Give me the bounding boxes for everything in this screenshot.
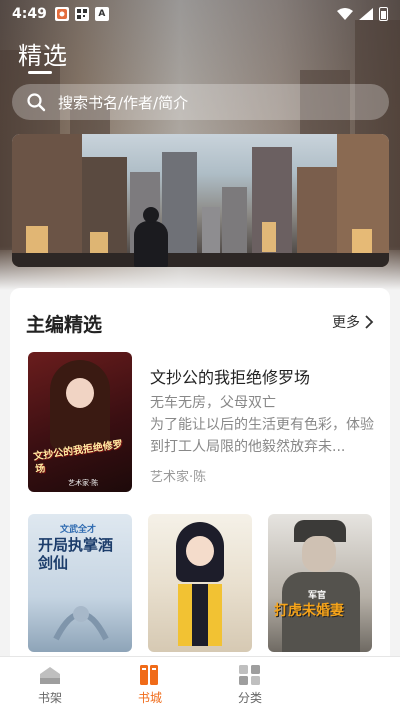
banner-person (134, 207, 168, 267)
cover-title-art: 打虎未婚妻 (274, 603, 344, 619)
bookstore-icon (140, 664, 158, 685)
page-title[interactable]: 精选 (18, 36, 68, 71)
book-cover[interactable] (148, 514, 252, 652)
search-bar[interactable]: 搜索书名/作者/简介 (12, 84, 389, 120)
category-icon (239, 664, 260, 685)
nav-item-empty (300, 657, 400, 712)
signal-icon (359, 8, 373, 20)
status-bar: 4:49 A (0, 0, 400, 28)
hero-banner[interactable] (12, 134, 389, 267)
featured-book-title[interactable]: 文抄公的我拒绝修罗场 (150, 364, 310, 388)
featured-cover-title: 文抄公的我拒绝修罗场 (32, 439, 124, 476)
nav-label: 书架 (37, 690, 62, 705)
chevron-right-icon (365, 315, 374, 329)
cover-subtitle-art: 文武全才 (60, 525, 97, 535)
featured-book-author: 艺术家·陈 (150, 470, 207, 485)
app-notification-icon (54, 7, 69, 21)
cover-title-art: 开局执掌酒剑仙 (38, 536, 114, 572)
more-label: 更多 (332, 315, 360, 331)
status-time: 4:49 (12, 6, 47, 22)
featured-cover-publisher: 艺术家·陈 (68, 479, 99, 487)
book-cover[interactable]: 文武全才 开局执掌酒剑仙 (28, 514, 132, 652)
nav-item-bookstore[interactable]: 书城 (100, 657, 200, 712)
nav-item-bookshelf[interactable]: 书架 (0, 657, 100, 712)
search-icon (27, 93, 46, 112)
nav-label: 分类 (237, 690, 262, 705)
bottom-navigation: 书架 书城 分类 (0, 656, 400, 712)
title-underline (28, 71, 52, 74)
a-icon: A (94, 7, 109, 21)
battery-icon (379, 7, 388, 21)
qr-icon (74, 7, 89, 21)
bookshelf-icon (40, 666, 60, 684)
search-placeholder: 搜索书名/作者/简介 (58, 93, 189, 112)
section-title: 主编精选 (26, 314, 103, 336)
book-cover[interactable]: 军官 打虎未婚妻 (268, 514, 372, 652)
nav-item-category[interactable]: 分类 (200, 657, 300, 712)
featured-book-cover[interactable]: 文抄公的我拒绝修罗场 艺术家·陈 (28, 352, 132, 492)
book-cover-row: 文武全才 开局执掌酒剑仙 军官 打虎未婚妻 (28, 514, 372, 652)
wifi-icon (337, 8, 353, 20)
featured-book-description: 无车无房，父母双亡 为了能让以后的生活更有色彩，体验到打工人局限的他毅然放弃未.… (150, 395, 374, 455)
editor-picks-card: 主编精选 更多 文抄公的我拒绝修罗场 艺术家·陈 文抄公的我拒绝修罗场 无车无房… (10, 288, 390, 668)
more-button[interactable]: 更多 (332, 312, 374, 332)
nav-label: 书城 (137, 690, 162, 705)
